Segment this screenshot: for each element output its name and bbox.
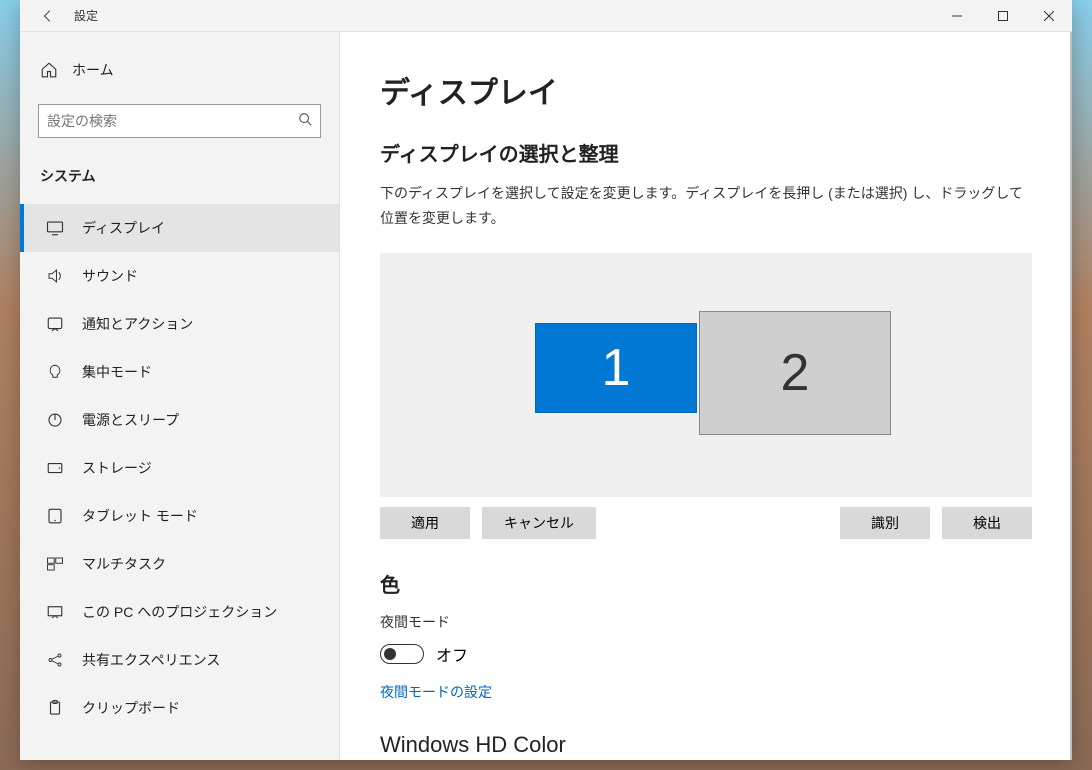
sidebar-item-share[interactable]: 共有エクスペリエンス	[20, 636, 339, 684]
sidebar-item-clipboard[interactable]: クリップボード	[20, 684, 339, 732]
sidebar-item-notify[interactable]: 通知とアクション	[20, 300, 339, 348]
project-icon	[46, 603, 64, 621]
close-button[interactable]	[1026, 0, 1072, 32]
storage-icon	[46, 459, 64, 477]
display-icon	[46, 219, 64, 237]
identify-button[interactable]: 識別	[840, 507, 930, 539]
arrange-buttons: 適用 キャンセル 識別 検出	[380, 507, 1032, 539]
tablet-icon	[46, 507, 64, 525]
apply-button[interactable]: 適用	[380, 507, 470, 539]
display-arrange-area[interactable]: 12	[380, 253, 1032, 497]
sidebar-home-label: ホーム	[72, 60, 114, 80]
sidebar-item-label: タブレット モード	[82, 506, 198, 526]
sidebar-item-label: この PC へのプロジェクション	[82, 602, 277, 622]
sidebar-item-multitask[interactable]: マルチタスク	[20, 540, 339, 588]
scrollbar[interactable]	[1070, 32, 1072, 760]
power-icon	[46, 411, 64, 429]
sidebar-item-label: 電源とスリープ	[82, 410, 179, 430]
sidebar-item-label: マルチタスク	[82, 554, 166, 574]
search-input[interactable]	[47, 113, 298, 129]
sidebar-item-label: クリップボード	[82, 698, 180, 718]
sidebar-category: システム	[20, 156, 339, 196]
monitor-2[interactable]: 2	[699, 311, 891, 435]
share-icon	[46, 651, 64, 669]
cancel-button[interactable]: キャンセル	[482, 507, 596, 539]
sidebar-item-label: 集中モード	[82, 362, 152, 382]
toggle-state-text: オフ	[436, 642, 468, 666]
notify-icon	[46, 315, 64, 333]
focus-icon	[46, 363, 64, 381]
main-content: ディスプレイ ディスプレイの選択と整理 下のディスプレイを選択して設定を変更しま…	[340, 32, 1072, 760]
sidebar-item-power[interactable]: 電源とスリープ	[20, 396, 339, 444]
sidebar: ホーム システム ディスプレイサウンド通知とアクション集中モード電源とスリープス…	[20, 32, 340, 760]
arrange-desc: 下のディスプレイを選択して設定を変更します。ディスプレイを長押し (または選択)…	[380, 181, 1032, 231]
sidebar-item-project[interactable]: この PC へのプロジェクション	[20, 588, 339, 636]
hdr-title: Windows HD Color	[380, 732, 1032, 758]
sidebar-item-sound[interactable]: サウンド	[20, 252, 339, 300]
arrow-left-icon	[41, 9, 55, 23]
color-title: 色	[380, 569, 1032, 598]
titlebar: 設定	[20, 0, 1072, 32]
search-box[interactable]	[38, 104, 321, 138]
page-title: ディスプレイ	[380, 68, 1032, 112]
minimize-icon	[952, 11, 962, 21]
window-body: ホーム システム ディスプレイサウンド通知とアクション集中モード電源とスリープス…	[20, 32, 1072, 760]
detect-button[interactable]: 検出	[942, 507, 1032, 539]
sound-icon	[46, 267, 64, 285]
sidebar-item-label: ディスプレイ	[82, 218, 165, 238]
arrange-title: ディスプレイの選択と整理	[380, 138, 1032, 167]
sidebar-item-label: 通知とアクション	[82, 314, 193, 334]
sidebar-nav: ディスプレイサウンド通知とアクション集中モード電源とスリープストレージタブレット…	[20, 204, 339, 732]
settings-window: 設定 ホーム システム ディスプレイサウンド通知とアクション集中モード電源とスリ…	[20, 0, 1072, 760]
sidebar-item-label: ストレージ	[82, 458, 152, 478]
maximize-button[interactable]	[980, 0, 1026, 32]
window-title: 設定	[74, 7, 98, 24]
sidebar-item-tablet[interactable]: タブレット モード	[20, 492, 339, 540]
night-mode-settings-link[interactable]: 夜間モードの設定	[380, 682, 1032, 702]
multitask-icon	[46, 555, 64, 573]
window-controls	[934, 0, 1072, 32]
sidebar-item-focus[interactable]: 集中モード	[20, 348, 339, 396]
home-icon	[40, 61, 58, 79]
clipboard-icon	[46, 699, 64, 717]
close-icon	[1044, 11, 1054, 21]
minimize-button[interactable]	[934, 0, 980, 32]
sidebar-item-label: 共有エクスペリエンス	[82, 650, 220, 670]
maximize-icon	[998, 11, 1008, 21]
sidebar-home[interactable]: ホーム	[20, 50, 339, 90]
toggle-pill-icon	[380, 644, 424, 664]
sidebar-item-label: サウンド	[82, 266, 138, 286]
night-mode-toggle[interactable]: オフ	[380, 642, 1032, 666]
sidebar-item-display[interactable]: ディスプレイ	[20, 204, 339, 252]
monitor-1[interactable]: 1	[535, 323, 697, 413]
back-button[interactable]	[32, 0, 64, 32]
sidebar-item-storage[interactable]: ストレージ	[20, 444, 339, 492]
night-mode-label: 夜間モード	[380, 612, 1032, 632]
search-icon	[298, 112, 312, 131]
